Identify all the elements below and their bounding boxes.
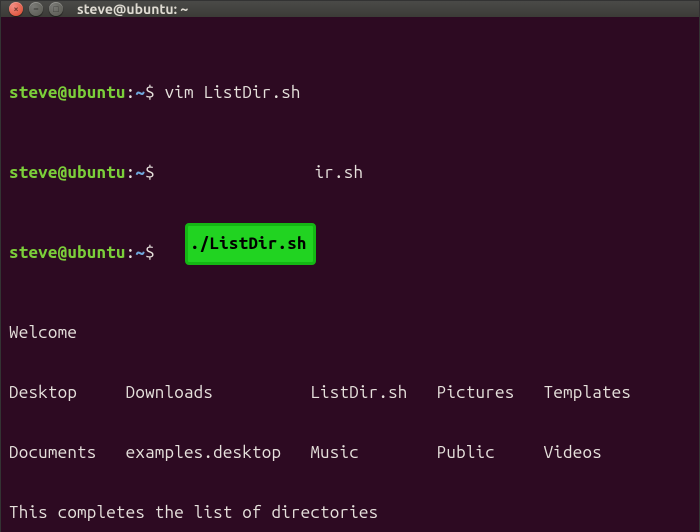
minimize-icon[interactable]: – [29,2,43,16]
window-controls: × – □ [9,2,63,16]
output-line: Welcome [9,323,691,343]
highlighted-command: ./ListDir.sh [185,223,316,265]
terminal-line: steve@ubuntu:~$ vim ListDir.sh [9,83,691,103]
terminal-window: × – □ steve@ubuntu: ~ steve@ubuntu:~$ vi… [0,0,700,532]
output-columns: Desktop Downloads ListDir.sh Pictures Te… [9,383,691,403]
prompt-dollar: $ [145,243,164,262]
prompt-user: steve@ubuntu [9,83,126,102]
prompt-path: ~ [135,243,145,262]
output-line: This completes the list of directories [9,503,691,523]
terminal-line: steve@ubuntu:~$ ./ListDir.sh [9,243,691,263]
prompt-user: steve@ubuntu [9,243,126,262]
terminal-line: steve@ubuntu:~$ ir.sh [9,163,691,183]
output-columns: Documents examples.desktop Music Public … [9,443,691,463]
prompt-sep: : [126,163,136,182]
prompt-dollar: $ [145,83,164,102]
command-text: vim ListDir.sh [165,83,301,102]
close-icon[interactable]: × [9,2,23,16]
prompt-user: steve@ubuntu [9,163,126,182]
titlebar: × – □ steve@ubuntu: ~ [1,1,699,17]
terminal-body[interactable]: steve@ubuntu:~$ vim ListDir.sh steve@ubu… [1,17,699,532]
prompt-path: ~ [135,83,145,102]
maximize-icon[interactable]: □ [49,2,63,16]
prompt-sep: : [126,83,136,102]
prompt-sep: : [126,243,136,262]
command-tail: ir.sh [315,163,364,182]
prompt-path: ~ [135,163,145,182]
window-title: steve@ubuntu: ~ [77,1,188,17]
prompt-dollar: $ [145,163,164,182]
